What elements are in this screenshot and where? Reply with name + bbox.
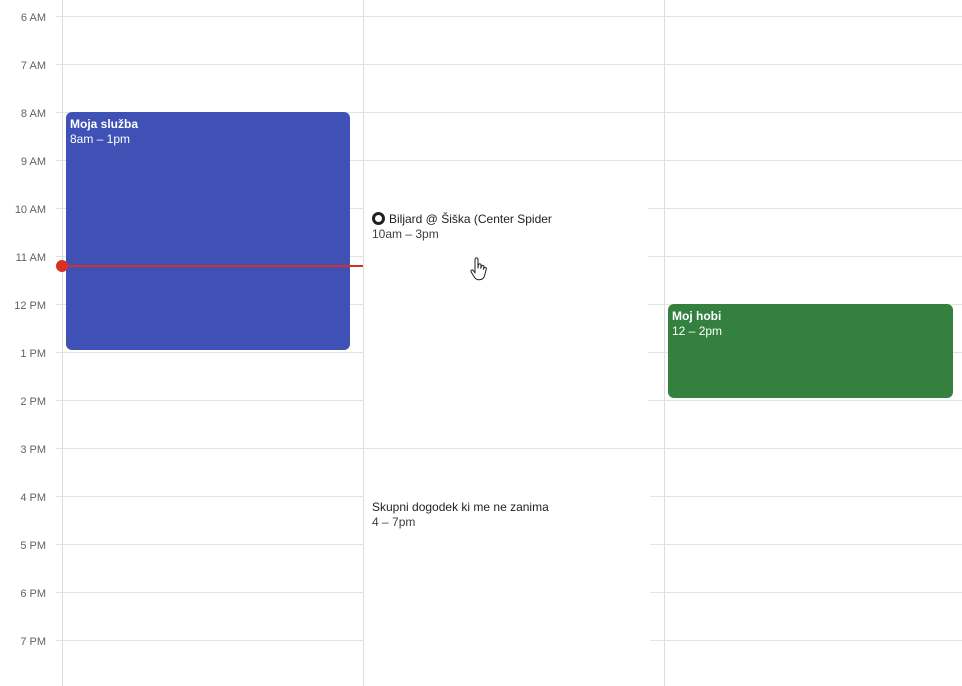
time-label: 7 AM	[20, 60, 46, 72]
event-title: Moja služba	[70, 117, 139, 131]
time-label: 10 AM	[14, 204, 46, 216]
time-label: 4 PM	[20, 492, 46, 504]
time-label: 9 AM	[20, 156, 46, 168]
event-time: 10am – 3pm	[372, 227, 439, 241]
event-time: 12 – 2pm	[672, 324, 723, 338]
time-label: 8 AM	[20, 108, 46, 120]
time-label: 1 PM	[20, 348, 46, 360]
time-label: 3 PM	[20, 444, 46, 456]
time-label: 11 AM	[15, 252, 46, 264]
event-time: 4 – 7pm	[372, 515, 416, 529]
event-title-text: Biljard @ Šiška (Center Spider	[389, 212, 552, 226]
event-time: 8am – 1pm	[70, 132, 131, 146]
time-label: 5 PM	[20, 540, 46, 552]
event-title: Skupni dogodek ki me ne zanima	[372, 500, 549, 514]
event-skupni-dogodek[interactable]: Skupni dogodek ki me ne zanima 4 – 7pm	[364, 496, 650, 686]
current-time-line	[62, 265, 363, 267]
time-label: 12 PM	[14, 300, 46, 312]
event-title: Biljard @ Šiška (Center Spider	[372, 212, 640, 227]
time-label: 7 PM	[20, 636, 46, 648]
event-moj-hobi[interactable]: Moj hobi 12 – 2pm	[668, 304, 953, 398]
event-biljard[interactable]: Biljard @ Šiška (Center Spider 10am – 3p…	[364, 208, 648, 448]
hand-pointer-cursor-icon	[470, 257, 487, 281]
time-label: 6 AM	[20, 12, 46, 24]
time-label: 6 PM	[20, 588, 46, 600]
event-title: Moj hobi	[672, 309, 722, 323]
time-label: 2 PM	[20, 396, 46, 408]
event-moja-sluzba[interactable]: Moja služba 8am – 1pm	[66, 112, 350, 350]
current-time-dot	[56, 260, 68, 272]
8-ball-icon	[372, 212, 385, 225]
